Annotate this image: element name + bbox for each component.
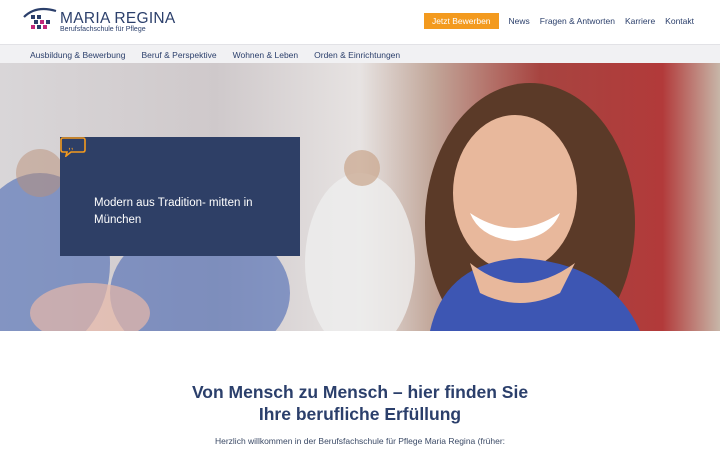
intro-text: Herzlich willkommen in der Berufsfachsch… [214,436,506,446]
subnav-item-training[interactable]: Ausbildung & Bewerbung [30,50,125,60]
headline-line-1: Von Mensch zu Mensch – hier finden Sie [191,382,529,402]
topnav-item-news[interactable]: News [509,16,530,26]
topnav-item-contact[interactable]: Kontakt [665,16,694,26]
headline-line-2: Ihre berufliche Erfüllung [258,404,462,424]
site-header: MARIA REGINA Berufsfachschule für Pflege… [0,0,720,44]
subnav-item-order[interactable]: Orden & Einrichtungen [314,50,400,60]
page-headline: Von Mensch zu Mensch – hier finden Sie I… [0,381,720,425]
brand-subtitle: Berufsfachschule für Pflege [60,26,146,33]
hero-quote-text: Modern aus Tradition- mitten in München [94,197,253,226]
top-navigation: Jetzt Bewerben News Fragen & Antworten K… [423,13,694,29]
topnav-item-faq[interactable]: Fragen & Antworten [540,16,615,26]
secondary-navigation: Ausbildung & Bewerbung Beruf & Perspekti… [0,44,720,63]
brand-logo[interactable]: MARIA REGINA Berufsfachschule für Pflege [22,7,175,37]
svg-text:,,: ,, [68,141,74,152]
logo-mark-icon [23,7,57,29]
hero-banner: ,, Modern aus Tradition- mitten in Münch… [0,63,720,331]
speech-bubble-quote-icon: ,, [60,137,86,157]
topnav-item-career[interactable]: Karriere [625,16,655,26]
hero-quote-box: ,, Modern aus Tradition- mitten in Münch… [60,137,300,256]
apply-now-button[interactable]: Jetzt Bewerben [423,13,499,29]
subnav-item-living[interactable]: Wohnen & Leben [233,50,299,60]
subnav-item-career[interactable]: Beruf & Perspektive [141,50,216,60]
